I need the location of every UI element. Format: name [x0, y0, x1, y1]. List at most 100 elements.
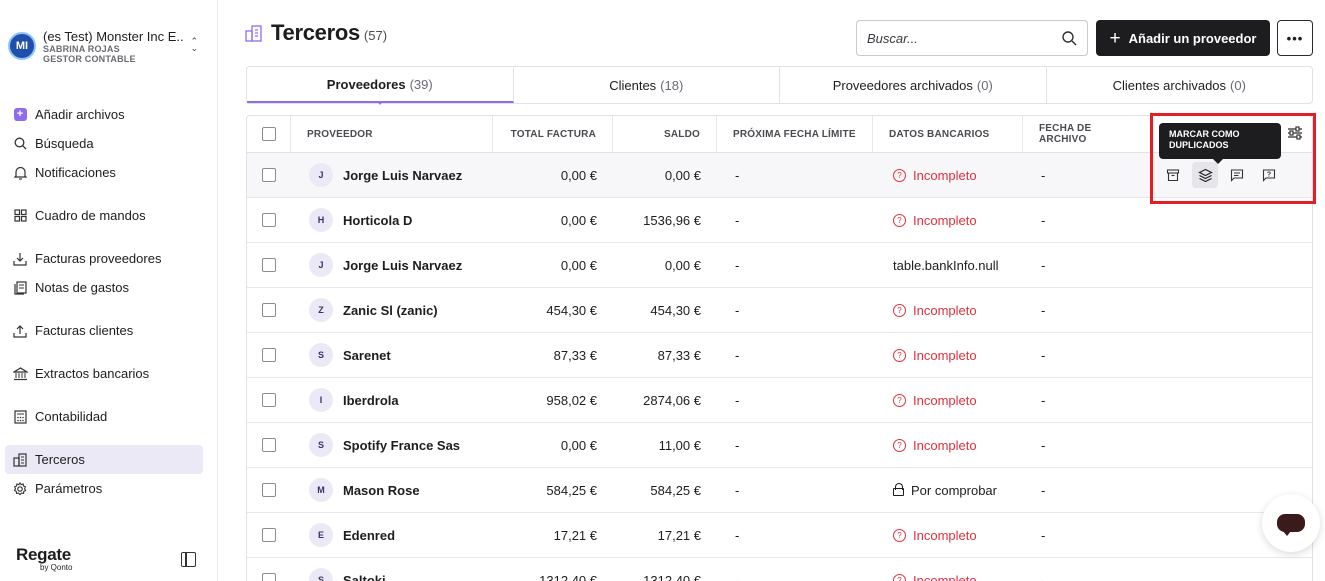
download-tray-icon [12, 251, 28, 267]
column-header-total[interactable]: Total factura [493, 116, 613, 152]
buildings-icon [12, 452, 28, 468]
column-header-fecha[interactable]: Próxima fecha límite [717, 116, 873, 152]
bank-status-text: Incompleto [913, 302, 977, 318]
sidebar-item-label: Búsqueda [35, 136, 94, 151]
table-row[interactable]: Z Zanic Sl (zanic) 454,30 € 454,30 € -? Incom… [247, 288, 1312, 333]
supplier-name[interactable]: Jorge Luis Narvaez [343, 258, 462, 273]
sidebar-item-búsqueda[interactable]: Búsqueda [5, 129, 203, 158]
sidebar-item-cuadro-de-mandos[interactable]: Cuadro de mandos [5, 201, 203, 230]
sidebar-item-label: Notas de gastos [35, 280, 129, 295]
supplier-cell: S Spotify France Sas [291, 433, 493, 457]
saldo-cell: 0,00 € [664, 167, 701, 183]
sidebar-item-parámetros[interactable]: Parámetros [5, 474, 203, 503]
row-checkbox-cell [247, 168, 291, 182]
sidebar-item-notificaciones[interactable]: Notificaciones [5, 158, 203, 187]
supplier-name[interactable]: Sarenet [343, 348, 391, 363]
organization-switcher[interactable]: MI (es Test) Monster Inc E... SABRINA RO… [8, 26, 208, 66]
supplier-name[interactable]: Horticola D [343, 213, 412, 228]
search-icon [12, 136, 28, 152]
bank-status-text: Por comprobar [911, 482, 997, 498]
more-options-icon: ••• [1286, 30, 1304, 46]
row-checkbox[interactable] [262, 303, 276, 317]
row-checkbox[interactable] [262, 528, 276, 542]
fecha-limite-cell: - [735, 572, 740, 581]
supplier-avatar: J [309, 253, 333, 277]
search-input[interactable] [867, 30, 1062, 46]
collapse-sidebar-icon[interactable] [181, 552, 196, 567]
row-checkbox[interactable] [262, 483, 276, 497]
table-row[interactable]: J Jorge Luis Narvaez 0,00 € 0,00 € - table.ba… [247, 243, 1312, 288]
more-options-button[interactable]: ••• [1277, 20, 1313, 56]
add-supplier-button[interactable]: + Añadir un proveedor [1096, 20, 1270, 56]
table-row[interactable]: S Saltoki 1312,40 € 1312,40 € -? Incompleto - [247, 558, 1312, 581]
row-checkbox-cell [247, 213, 291, 227]
table-row[interactable]: E Edenred 17,21 € 17,21 € -? Incompleto - [247, 513, 1312, 558]
row-checkbox-cell [247, 348, 291, 362]
column-header-bank[interactable]: Datos bancarios [873, 116, 1023, 152]
table-row[interactable]: H Horticola D 0,00 € 1536,96 € -? Incompleto - [247, 198, 1312, 243]
table-row[interactable]: S Sarenet 87,33 € 87,33 € -? Incompleto - [247, 333, 1312, 378]
table-row[interactable]: M Mason Rose 584,25 € 584,25 € - Por comproba… [247, 468, 1312, 513]
saldo-cell: 1536,96 € [643, 212, 701, 228]
layers-duplicate-icon[interactable] [1192, 162, 1218, 188]
column-header-proveedor[interactable]: Proveedor [291, 116, 493, 152]
table-row[interactable]: J Jorge Luis Narvaez 0,00 € 0,00 € -? Incompl… [247, 153, 1312, 198]
fecha-limite-cell: - [735, 167, 740, 183]
sidebar-item-contabilidad[interactable]: Contabilidad [5, 402, 203, 431]
lock-icon [893, 483, 904, 496]
supplier-cell: J Jorge Luis Narvaez [291, 163, 493, 187]
fecha-archivo-cell: - [1041, 302, 1046, 318]
tab-label: Clientes [609, 77, 657, 93]
search-box[interactable] [856, 20, 1088, 56]
row-checkbox[interactable] [262, 348, 276, 362]
column-header-saldo[interactable]: Saldo [613, 116, 717, 152]
archive-icon[interactable] [1160, 162, 1186, 188]
row-checkbox[interactable] [262, 213, 276, 227]
sidebar-item-label: Cuadro de mandos [35, 208, 146, 223]
total-factura-cell: 454,30 € [546, 302, 597, 318]
sidebar-item-notas-de-gastos[interactable]: Notas de gastos [5, 273, 203, 302]
tab-clientes-archivados[interactable]: Clientes archivados (0) [1047, 67, 1313, 103]
row-checkbox[interactable] [262, 168, 276, 182]
row-checkbox[interactable] [262, 438, 276, 452]
table-row[interactable]: S Spotify France Sas 0,00 € 11,00 € -? Incomp… [247, 423, 1312, 468]
tab-proveedores-archivados[interactable]: Proveedores archivados (0) [780, 67, 1047, 103]
bank-status-text: Incompleto [913, 392, 977, 408]
table-row[interactable]: I Iberdrola 958,02 € 2874,06 € -? Incompleto - [247, 378, 1312, 423]
sidebar-item-terceros[interactable]: Terceros [5, 445, 203, 474]
row-checkbox-cell [247, 258, 291, 272]
sidebar-item-extractos-bancarios[interactable]: Extractos bancarios [5, 359, 203, 388]
supplier-name[interactable]: Mason Rose [343, 483, 420, 498]
sidebar-item-añadir-archivos[interactable]: + Añadir archivos [5, 100, 203, 129]
row-checkbox[interactable] [262, 393, 276, 407]
chevron-updown-icon[interactable]: ⌃ ⌄ [190, 37, 198, 53]
help-comment-icon[interactable]: ? [1256, 162, 1282, 188]
supplier-name[interactable]: Iberdrola [343, 393, 399, 408]
comment-icon[interactable] [1224, 162, 1250, 188]
org-avatar: MI [8, 32, 36, 60]
supplier-name[interactable]: Spotify France Sas [343, 438, 460, 453]
supplier-name[interactable]: Jorge Luis Narvaez [343, 168, 462, 183]
sidebar-item-facturas-clientes[interactable]: Facturas clientes [5, 316, 203, 345]
row-checkbox[interactable] [262, 258, 276, 272]
total-factura-cell: 958,02 € [546, 392, 597, 408]
tab-label: Clientes archivados [1112, 77, 1227, 93]
search-icon[interactable] [1062, 30, 1077, 46]
sidebar-item-facturas-proveedores[interactable]: Facturas proveedores [5, 244, 203, 273]
row-checkbox[interactable] [262, 573, 276, 581]
tab-proveedores[interactable]: Proveedores (39) [247, 67, 514, 105]
row-checkbox-cell [247, 393, 291, 407]
total-factura-cell: 584,25 € [546, 482, 597, 498]
column-header-archivo[interactable]: Fecha de archivo [1023, 116, 1153, 152]
saldo-cell: 454,30 € [650, 302, 701, 318]
chat-support-button[interactable] [1262, 494, 1320, 552]
select-all-checkbox[interactable] [261, 127, 276, 141]
supplier-name[interactable]: Saltoki [343, 573, 386, 581]
tab-clientes[interactable]: Clientes (18) [514, 67, 780, 103]
supplier-name[interactable]: Edenred [343, 528, 395, 543]
fecha-limite-cell: - [735, 392, 740, 408]
sidebar-item-label: Notificaciones [35, 165, 116, 180]
column-settings-icon[interactable] [1287, 126, 1303, 140]
supplier-name[interactable]: Zanic Sl (zanic) [343, 303, 438, 318]
total-factura-cell: 0,00 € [560, 437, 597, 453]
